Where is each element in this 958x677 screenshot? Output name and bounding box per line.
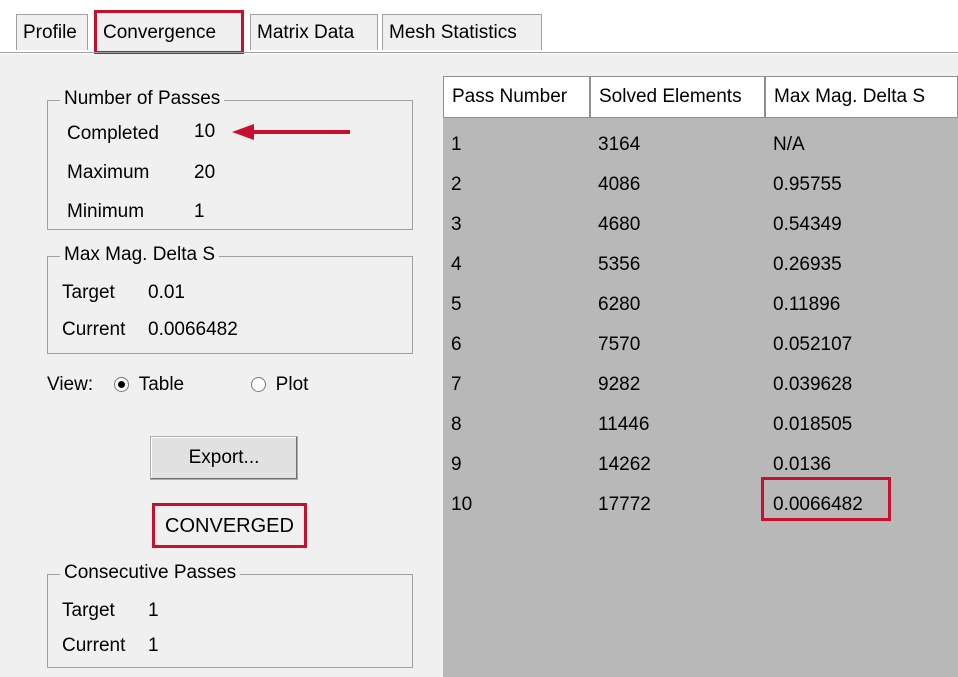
cell-pass-number: 5 [451,294,462,315]
cell-max-mag-delta-s: 0.0136 [773,454,832,475]
cell-max-mag-delta-s: N/A [773,134,805,155]
consecutive-target-label: Target [62,600,115,621]
highlight-final-delta [761,477,891,521]
cell-pass-number: 4 [451,254,462,275]
convergence-status: CONVERGED [152,503,307,548]
cell-max-mag-delta-s: 0.95755 [773,174,842,195]
column-header-solved-elements[interactable]: Solved Elements [590,76,765,118]
cell-pass-number: 10 [451,494,473,515]
cell-max-mag-delta-s: 0.052107 [773,334,853,355]
cell-solved-elements: 4086 [598,174,641,195]
export-button[interactable]: Export... [150,436,298,480]
max-mag-delta-s-title: Max Mag. Delta S [60,244,219,266]
completed-value: 10 [194,121,216,142]
view-plot-label[interactable]: Plot [276,374,309,395]
delta-target-label: Target [62,282,115,303]
annotation-arrow-icon [232,124,350,140]
completed-label: Completed [67,123,159,144]
cell-solved-elements: 4680 [598,214,641,235]
delta-current-label: Current [62,319,126,340]
convergence-panel: Profile Convergence Matrix Data Mesh Sta… [0,0,958,677]
view-table-radio[interactable] [113,377,129,393]
cell-pass-number: 8 [451,414,462,435]
maximum-label: Maximum [67,162,150,183]
consecutive-passes-title: Consecutive Passes [60,562,241,584]
cell-pass-number: 1 [451,134,462,155]
cell-max-mag-delta-s: 0.039628 [773,374,853,395]
cell-solved-elements: 17772 [598,494,651,515]
tab-convergence[interactable]: Convergence [94,10,244,54]
view-plot-radio[interactable] [250,377,266,393]
view-label: View: [47,374,94,395]
minimum-label: Minimum [67,201,145,222]
tab-mesh-statistics[interactable]: Mesh Statistics [382,14,542,50]
maximum-value: 20 [194,162,216,183]
consecutive-current-value: 1 [148,635,159,656]
tab-strip: Profile Convergence Matrix Data Mesh Sta… [0,0,958,54]
tab-content-border [0,52,958,53]
column-header-pass-number[interactable]: Pass Number [443,76,590,118]
cell-pass-number: 6 [451,334,462,355]
number-of-passes-title: Number of Passes [60,88,225,110]
consecutive-passes-group: Consecutive Passes Target 1 Current 1 [47,562,413,668]
cell-max-mag-delta-s: 0.018505 [773,414,853,435]
delta-current-value: 0.0066482 [148,319,238,340]
delta-target-value: 0.01 [148,282,185,303]
cell-solved-elements: 14262 [598,454,651,475]
cell-solved-elements: 5356 [598,254,641,275]
convergence-table[interactable]: Pass Number Solved Elements Max Mag. Del… [443,76,958,677]
tab-matrix-data[interactable]: Matrix Data [250,14,378,50]
cell-max-mag-delta-s: 0.26935 [773,254,842,275]
cell-solved-elements: 6280 [598,294,641,315]
view-selector: View: Table Plot [47,374,308,396]
column-header-max-mag-delta-s[interactable]: Max Mag. Delta S [765,76,958,118]
cell-solved-elements: 3164 [598,134,641,155]
consecutive-current-label: Current [62,635,126,656]
cell-pass-number: 2 [451,174,462,195]
cell-solved-elements: 11446 [598,414,650,435]
cell-max-mag-delta-s: 0.11896 [773,294,841,315]
minimum-value: 1 [194,201,205,222]
cell-pass-number: 3 [451,214,462,235]
view-table-label[interactable]: Table [139,374,184,395]
cell-solved-elements: 9282 [598,374,641,395]
consecutive-target-value: 1 [148,600,159,621]
max-mag-delta-s-group: Max Mag. Delta S Target 0.01 Current 0.0… [47,244,413,354]
cell-pass-number: 7 [451,374,462,395]
cell-pass-number: 9 [451,454,462,475]
cell-solved-elements: 7570 [598,334,641,355]
tab-profile[interactable]: Profile [16,14,88,50]
number-of-passes-group: Number of Passes Completed 10 Maximum 20… [47,88,413,230]
cell-max-mag-delta-s: 0.54349 [773,214,842,235]
